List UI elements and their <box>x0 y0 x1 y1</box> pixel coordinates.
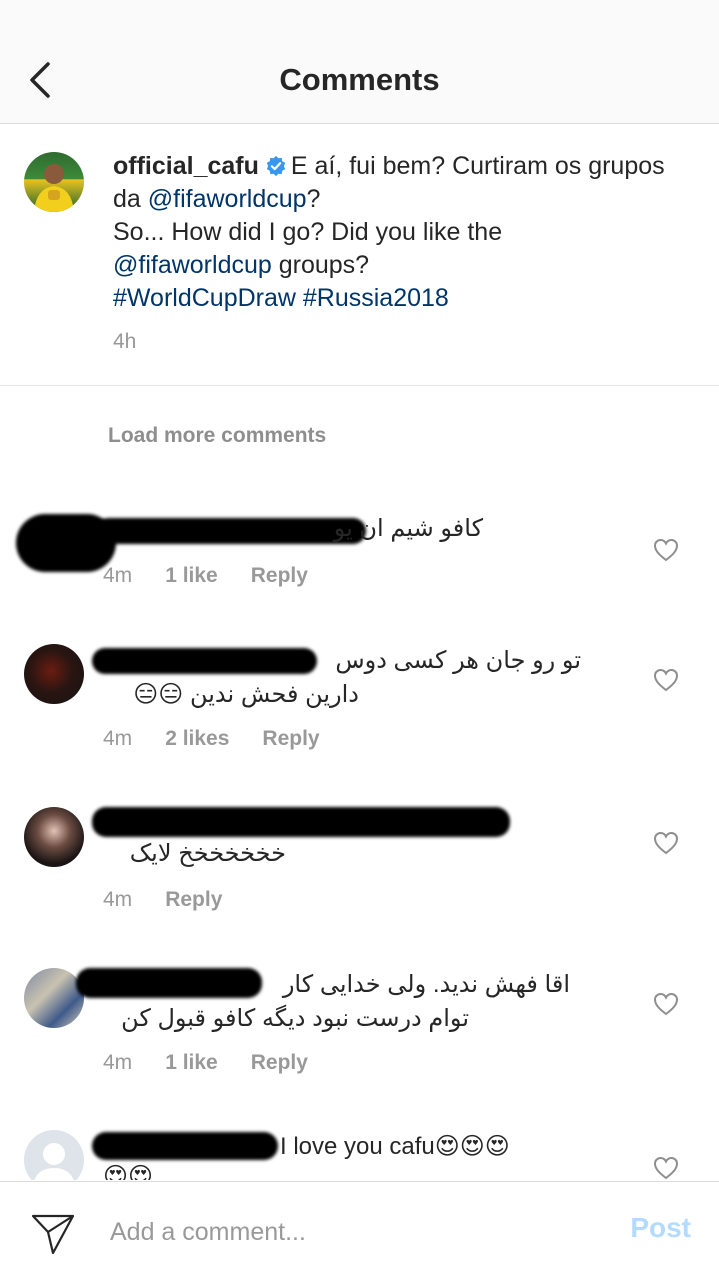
post-caption: official_cafu E aí, fui bem? Curtiram os… <box>0 124 719 386</box>
comment-text: خخخخخخخ لایک <box>129 840 286 867</box>
heart-icon[interactable] <box>653 831 679 855</box>
caption-text: official_cafu E aí, fui bem? Curtiram os… <box>113 152 665 312</box>
heart-icon[interactable] <box>653 668 679 692</box>
comment-meta: 4m 2 likes Reply <box>103 727 353 751</box>
comment-item: I love you cafu😍😍😍 😍😍 <box>0 1116 719 1180</box>
chevron-left-icon <box>30 62 50 98</box>
comment-text: اقا فهش ندید. ولی خدایی کار <box>282 971 570 998</box>
redacted-username <box>92 807 510 837</box>
hashtag-link[interactable]: #WorldCupDraw <box>113 284 296 312</box>
comment-input[interactable] <box>110 1212 590 1252</box>
heart-icon[interactable] <box>653 992 679 1016</box>
comment-time: 4m <box>103 564 133 587</box>
comment-meta: 4m Reply <box>103 888 255 912</box>
caption-username[interactable]: official_cafu <box>113 152 259 180</box>
heart-icon[interactable] <box>653 538 679 562</box>
like-count[interactable]: 1 like <box>165 564 218 588</box>
comment-meta: 4m 1 like Reply <box>103 1051 341 1075</box>
back-button[interactable] <box>18 58 62 102</box>
reply-button[interactable]: Reply <box>262 727 319 751</box>
hashtag-link[interactable]: #Russia2018 <box>303 284 449 312</box>
reply-button[interactable]: Reply <box>251 564 308 588</box>
like-count[interactable]: 2 likes <box>165 727 229 751</box>
comment-text: توام درست نبود دیگه کافو قبول کن <box>121 1005 469 1032</box>
top-bar: Comments <box>0 36 719 124</box>
redacted-username <box>92 1132 278 1160</box>
mention-link[interactable]: @fifaworldcup <box>113 251 272 279</box>
send-direct-icon[interactable] <box>30 1210 76 1256</box>
comment-text: I love you cafu😍😍😍 <box>280 1133 510 1160</box>
comment-text: 😍😍 <box>103 1163 154 1180</box>
comment-time: 4m <box>103 727 133 750</box>
heart-icon[interactable] <box>653 1156 679 1180</box>
avatar[interactable] <box>24 807 84 867</box>
load-more-comments-button[interactable]: Load more comments <box>108 424 326 448</box>
comment-meta: 4m 1 like Reply <box>103 564 341 588</box>
page-title: Comments <box>279 61 440 97</box>
default-avatar-icon <box>34 1143 74 1180</box>
like-count[interactable]: 1 like <box>165 1051 218 1075</box>
reply-button[interactable]: Reply <box>165 888 222 912</box>
verified-badge-icon <box>266 155 286 177</box>
status-bar <box>0 0 719 36</box>
comment-text: کافو شیم ان یو <box>333 515 483 542</box>
avatar[interactable] <box>24 968 84 1028</box>
comment-composer: Post <box>0 1181 719 1280</box>
mention-link[interactable]: @fifaworldcup <box>148 185 307 213</box>
post-button[interactable]: Post <box>630 1212 691 1244</box>
avatar[interactable] <box>24 152 84 212</box>
avatar[interactable] <box>24 644 84 704</box>
caption-timestamp: 4h <box>113 330 137 353</box>
comment-text: تو رو جان هر کسی دوس <box>335 647 581 674</box>
comment-text: دارین فحش ندین 😑😑 <box>133 681 359 708</box>
reply-button[interactable]: Reply <box>251 1051 308 1075</box>
avatar[interactable] <box>24 1130 84 1180</box>
comment-time: 4m <box>103 888 133 911</box>
comment-time: 4m <box>103 1051 133 1074</box>
